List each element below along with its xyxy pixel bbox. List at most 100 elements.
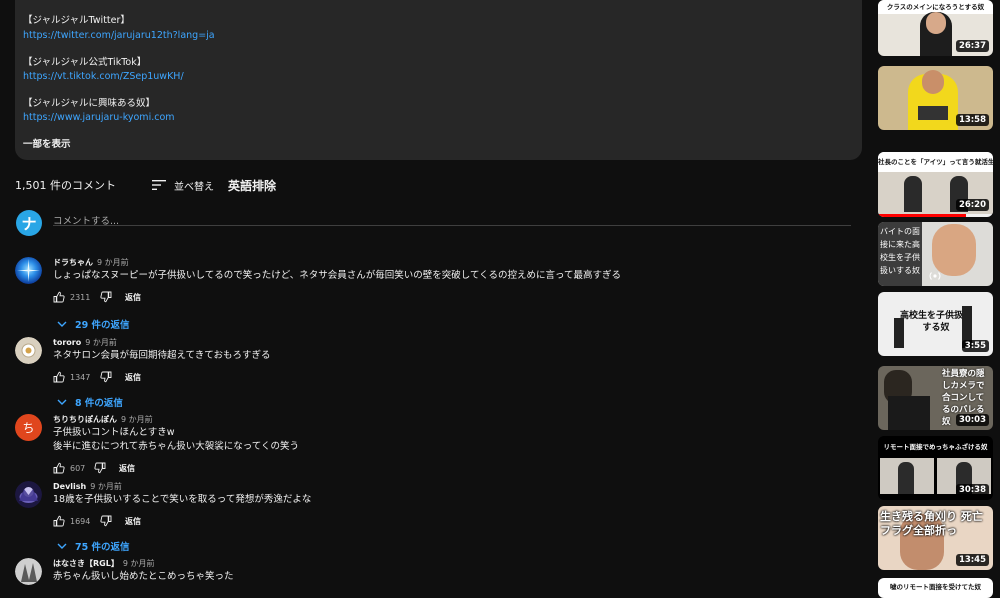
comment-time[interactable]: 9 か月前 [97, 258, 129, 267]
thumbs-down-icon[interactable] [100, 371, 112, 383]
reply-button[interactable]: 返信 [125, 516, 141, 527]
comment-author[interactable]: ちりちりぽんぽん [53, 415, 117, 424]
thumbs-up-icon[interactable] [53, 515, 65, 527]
avatar-image [15, 257, 42, 284]
avatar-image [15, 481, 42, 508]
add-comment-box[interactable] [53, 209, 851, 227]
video-duration: 26:20 [955, 199, 989, 211]
video-duration: 3:55 [961, 340, 989, 352]
chevron-down-icon [57, 399, 67, 405]
replies-label: 8 件の返信 [75, 398, 123, 409]
thumbnail-caption: 嘘のリモート面接を受けてた奴 [890, 583, 981, 591]
replies-label: 75 件の返信 [75, 542, 130, 553]
sidebar-video[interactable]: 社員寮の隠しカメラで合コンしてるのバレる奴 30:03 [878, 366, 993, 430]
description-heading-tiktok: 【ジャルジャル公式TikTok】 [23, 57, 147, 68]
comment-time[interactable]: 9 か月前 [121, 415, 153, 424]
comment-text: 子供扱いコントほんとすきw [53, 427, 175, 438]
comment-actions: 1347 返信 [53, 369, 855, 385]
comment-text: 赤ちゃん扱いし始めたとこめっちゃ笑った [53, 571, 234, 582]
video-duration: 13:58 [955, 114, 989, 126]
comment: tororo 9 か月前 ネタサロン会員が毎回期待超えてきておもろすぎる 1347… [15, 337, 855, 409]
avatar[interactable] [15, 481, 42, 508]
sidebar-video[interactable]: 嘘のリモート面接を受けてた奴 [878, 578, 993, 598]
description-heading-kyomi: 【ジャルジャルに興味ある奴】 [23, 98, 156, 109]
comment-count: 1,501 件のコメント [15, 179, 116, 192]
user-avatar-letter: ナ [21, 214, 37, 233]
comment: ち ちりちりぽんぽん 9 か月前 子供扱いコントほんとすきw 後半に進むにつれて赤… [15, 414, 855, 478]
comment-time[interactable]: 9 か月前 [85, 338, 117, 347]
thumbs-down-icon[interactable] [94, 462, 106, 474]
thumbs-up-icon[interactable] [53, 371, 65, 383]
like-count: 2311 [70, 292, 91, 302]
comment-author[interactable]: Devlish [53, 482, 86, 491]
avatar-letter: ち [22, 421, 35, 435]
thumbnail-caption: 社長のことを「アイツ」って言う就活生な奴 [878, 152, 993, 172]
kyomi-link[interactable]: https://www.jarujaru-kyomi.com [23, 112, 175, 124]
video-duration: 13:45 [955, 554, 989, 566]
thumbnail-face [922, 70, 944, 94]
comment: Devlish 9 か月前 18歳を子供扱いすることで笑いを取るって発想が秀逸だよ… [15, 481, 855, 553]
avatar[interactable] [15, 558, 42, 585]
thumbnail-face [932, 224, 976, 276]
view-replies-button[interactable]: 75 件の返信 [57, 539, 130, 553]
avatar-image [15, 337, 42, 364]
sidebar-video[interactable]: リモート面接でめっちゃふざける奴 30:38 [878, 436, 993, 500]
thumbnail-caption: 生き残る角刈り 死亡フラグ全部折っ [880, 510, 983, 537]
sidebar-video[interactable]: バイトの面接に来た高校生を子供扱いする奴 [878, 222, 993, 286]
avatar-image [15, 558, 42, 585]
comment-actions: 2311 返信 [53, 289, 855, 305]
tiktok-link[interactable]: https://vt.tiktok.com/ZSep1uwKH/ [23, 71, 184, 83]
sort-label: 並べ替え [174, 181, 214, 193]
reply-button[interactable]: 返信 [125, 372, 141, 383]
avatar[interactable] [15, 257, 42, 284]
description-heading-twitter: 【ジャルジャルTwitter】 [23, 15, 130, 26]
thumbnail-caption: リモート面接でめっちゃふざける奴 [883, 443, 988, 451]
comments-header: 1,501 件のコメント 並べ替え 英語排除 [15, 176, 276, 194]
replies-label: 29 件の返信 [75, 320, 130, 331]
video-description: 【ジャルジャルTwitter】 https://twitter.com/jaru… [15, 0, 862, 160]
comment-time[interactable]: 9 か月前 [123, 559, 155, 568]
sidebar-video[interactable]: 13:58 [878, 66, 993, 130]
sidebar-video[interactable]: クラスのメインになろうとする奴 26:37 [878, 0, 993, 56]
comment-input[interactable] [53, 216, 851, 227]
comment-actions: 1694 返信 [53, 513, 855, 529]
avatar[interactable] [15, 337, 42, 364]
thumbs-down-icon[interactable] [100, 515, 112, 527]
sort-icon [152, 180, 166, 190]
reply-button[interactable]: 返信 [119, 463, 135, 474]
video-duration: 26:37 [955, 40, 989, 52]
thumbnail-object [918, 106, 948, 120]
sort-button[interactable]: 並べ替え [152, 178, 214, 193]
sidebar-video[interactable]: 社長のことを「アイツ」って言う就活生な奴 26:20 [878, 152, 993, 217]
twitter-link[interactable]: https://twitter.com/jarujaru12th?lang=ja [23, 30, 215, 42]
sidebar-video[interactable]: 高校生を子供扱いする奴 3:55 [878, 292, 993, 356]
avatar[interactable]: ち [15, 414, 42, 441]
thumbnail-caption: バイトの面接に来た高校生を子供扱いする奴 [878, 222, 922, 286]
show-less-button[interactable]: 一部を表示 [23, 139, 71, 151]
thumbnail-person [898, 462, 914, 494]
comment-text: しょっぱなスヌーピーが子供扱いしてるので笑ったけど、ネタサ会員さんが毎回笑いの壁… [53, 270, 622, 281]
chevron-down-icon [57, 321, 67, 327]
video-duration: 30:38 [955, 484, 989, 496]
english-filter-button[interactable]: 英語排除 [228, 177, 276, 194]
comment-author[interactable]: ドラちゃん [53, 258, 93, 267]
thumbnail-person [894, 318, 904, 348]
video-duration: 30:03 [955, 414, 989, 426]
thumbnail-person [904, 176, 922, 212]
comment-author[interactable]: はなさき【RGL】 [53, 559, 119, 568]
like-count: 1347 [70, 372, 91, 382]
comment-time[interactable]: 9 か月前 [90, 482, 122, 491]
thumbs-up-icon[interactable] [53, 462, 65, 474]
comment: ドラちゃん 9 か月前 しょっぱなスヌーピーが子供扱いしてるので笑ったけど、ネタサ… [15, 257, 855, 331]
comment: はなさき【RGL】 9 か月前 赤ちゃん扱いし始めたとこめっちゃ笑った [15, 558, 855, 594]
chevron-down-icon [57, 543, 67, 549]
view-replies-button[interactable]: 8 件の返信 [57, 395, 123, 409]
comment-author[interactable]: tororo [53, 338, 81, 347]
view-replies-button[interactable]: 29 件の返信 [57, 317, 130, 331]
thumbs-up-icon[interactable] [53, 291, 65, 303]
thumbs-down-icon[interactable] [100, 291, 112, 303]
comment-text: 後半に進むにつれて赤ちゃん扱い大袈裟になってくの笑う [53, 441, 299, 452]
sidebar-video[interactable]: 生き残る角刈り 死亡フラグ全部折っ 13:45 [878, 506, 993, 570]
reply-button[interactable]: 返信 [125, 292, 141, 303]
comment-text: 18歳を子供扱いすることで笑いを取るって発想が秀逸だよな [53, 494, 312, 505]
